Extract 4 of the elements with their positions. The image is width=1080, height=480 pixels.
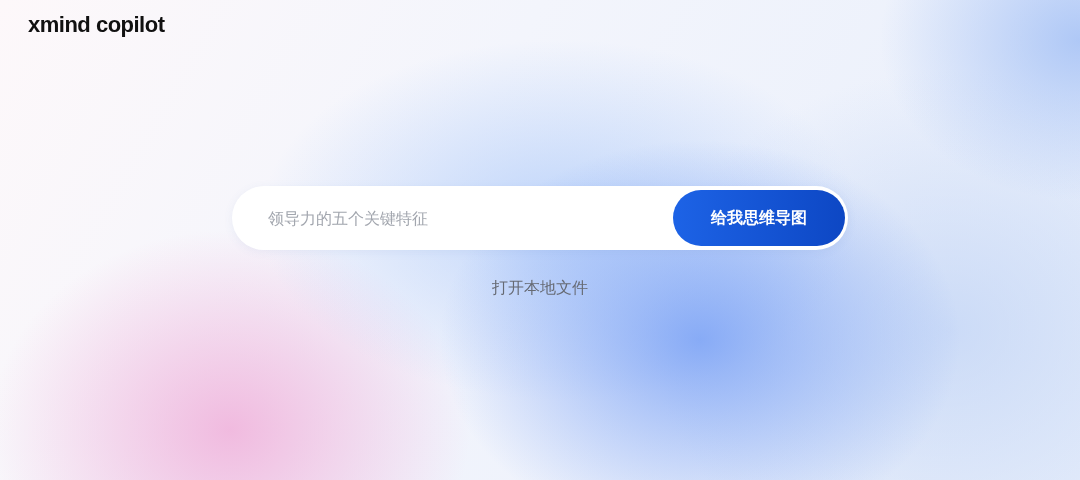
prompt-field[interactable]: 领导力的五个关键特征 给我思维导图	[232, 186, 848, 250]
generate-mindmap-button[interactable]: 给我思维导图	[673, 190, 845, 246]
open-local-file-link[interactable]: 打开本地文件	[492, 278, 588, 299]
logo: xmind copilot	[28, 12, 165, 37]
